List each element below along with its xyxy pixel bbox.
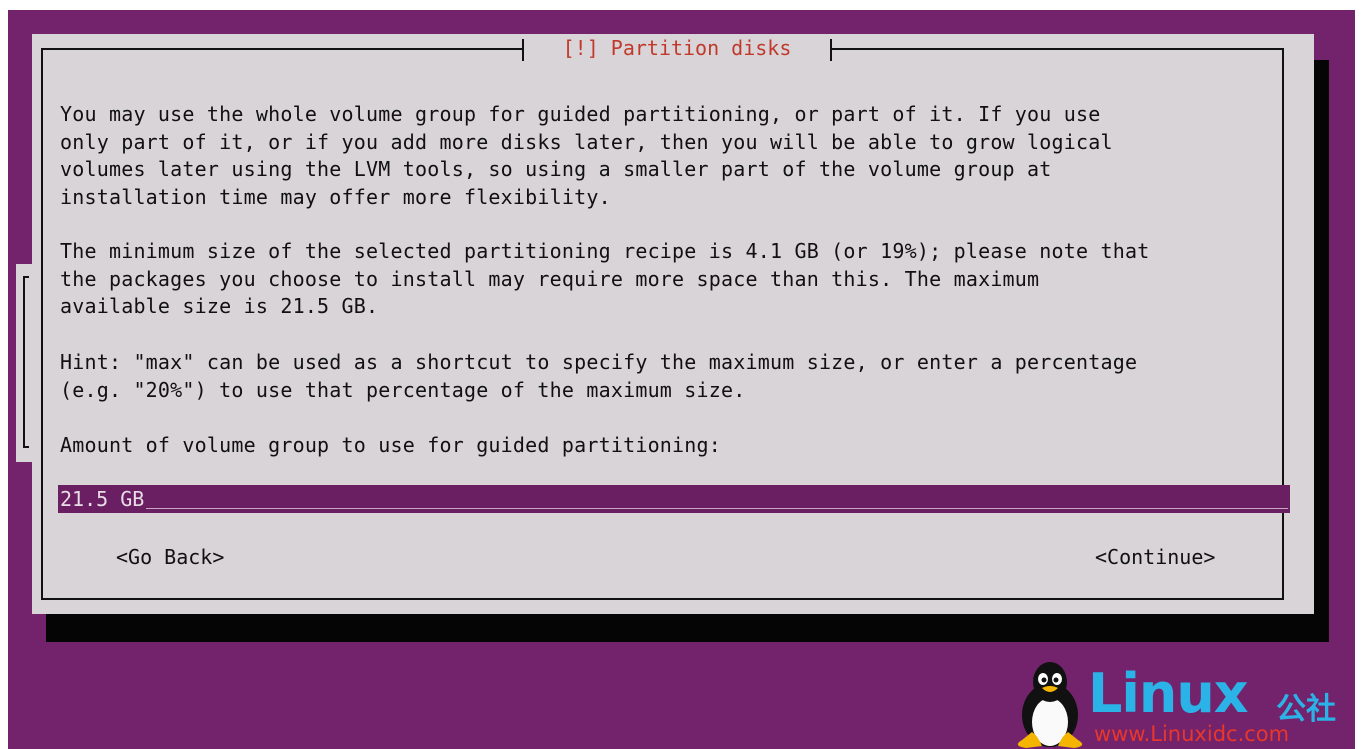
partition-disks-dialog: [!] Partition disks You may use the whol… xyxy=(32,34,1314,614)
watermark-brand: Linux xyxy=(1088,662,1249,725)
guided-partitioning-description: You may use the whole volume group for g… xyxy=(60,102,1113,209)
background-dialog-bracket xyxy=(23,276,29,448)
tux-penguin-icon xyxy=(1017,662,1083,748)
watermark-url: www.Linuxidc.com xyxy=(1094,722,1290,746)
go-back-button[interactable]: <Go Back> xyxy=(116,544,224,570)
dialog-title: [!] Partition disks xyxy=(522,35,832,61)
minimum-size-note: The minimum size of the selected partiti… xyxy=(60,239,1150,318)
installer-screen: [!] Partition disks You may use the whol… xyxy=(8,10,1355,749)
amount-input-field[interactable]: 21.5 GB xyxy=(58,485,1290,513)
amount-prompt-label: Amount of volume group to use for guided… xyxy=(60,433,722,457)
watermark-logo: Linux 公社 www.Linuxidc.com xyxy=(1008,660,1353,749)
input-underline xyxy=(146,507,1288,509)
amount-input-value[interactable]: 21.5 GB xyxy=(60,485,144,513)
hint-text: Hint: "max" can be used as a shortcut to… xyxy=(60,350,1138,402)
continue-button[interactable]: <Continue> xyxy=(1095,544,1215,570)
